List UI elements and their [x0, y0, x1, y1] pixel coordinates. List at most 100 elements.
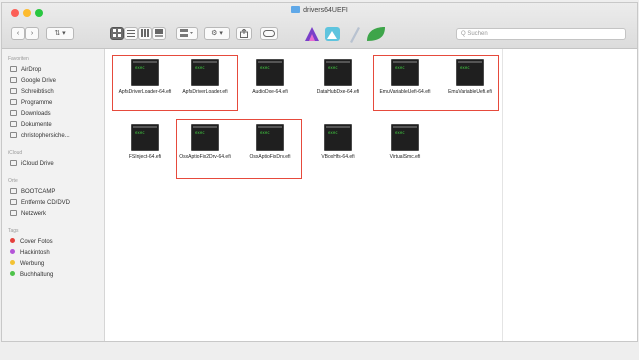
forward-button[interactable]: › [25, 27, 39, 40]
sidebar-item-label: Hackintosh [20, 250, 50, 256]
sidebar-section-header: iCloud [8, 150, 23, 156]
file-item[interactable]: exec DataHubDxe-64.efi [308, 59, 368, 96]
sidebar-item-label: Cover Fotos [20, 239, 53, 245]
affinity-icon[interactable] [305, 27, 319, 41]
sidebar-item[interactable]: Programme [10, 98, 52, 108]
finder-window: drivers64UEFI ‹ › ⇅ ▾ ⚙ ▾ Q Suchen Favor… [1, 2, 638, 342]
executable-file-icon: exec [131, 59, 159, 86]
toolbar-app-icons [305, 27, 385, 43]
pencil-icon[interactable] [350, 27, 360, 43]
sidebar-item-label: BOOTCAMP [21, 189, 56, 195]
file-name: ApfsDriverLoader.efi [182, 89, 228, 95]
icon-exec-label: exec [395, 130, 405, 135]
file-item[interactable]: exec VirtualSmc.efi [375, 124, 435, 161]
disk-icon [10, 188, 17, 194]
icon-exec-label: exec [135, 130, 145, 135]
sidebar-item[interactable]: Buchhaltung [10, 270, 53, 280]
executable-file-icon: exec [324, 59, 352, 86]
sidebar-item[interactable]: iCloud Drive [10, 159, 54, 169]
icon-header-bar [458, 61, 482, 63]
sidebar-item[interactable]: Werbung [10, 259, 44, 269]
sidebar-item[interactable]: Hackintosh [10, 248, 50, 258]
executable-file-icon: exec [391, 124, 419, 151]
folder-icon [10, 77, 17, 83]
airdrop-icon [10, 66, 17, 72]
back-button[interactable]: ‹ [11, 27, 25, 40]
tag-button[interactable] [260, 27, 278, 40]
column-view-button[interactable] [138, 27, 152, 40]
path-menu-button[interactable]: ⇅ ▾ [46, 27, 74, 40]
sidebar-item-label: Netzwerk [21, 211, 47, 217]
action-menu-button[interactable]: ⚙ ▾ [204, 27, 230, 40]
icon-header-bar [133, 61, 157, 63]
sidebar-section-header: Tags [8, 228, 19, 234]
gallery-view-button[interactable] [152, 27, 166, 40]
sidebar-item[interactable]: Entfernte CD/DVD [10, 198, 70, 208]
documents-icon [10, 121, 17, 127]
file-area: exec ApfsDriverLoader-64.efi exec ApfsDrive… [105, 49, 637, 341]
home-icon [10, 132, 17, 138]
file-item[interactable]: exec VBoxHfs-64.efi [308, 124, 368, 161]
file-item[interactable]: exec EmuVariableUefi-64.efi [375, 59, 435, 96]
tag-color-dot-icon [10, 271, 15, 276]
icon-header-bar [133, 126, 157, 128]
executable-file-icon: exec [456, 59, 484, 86]
file-item[interactable]: exec OsxAptioFixDrv.efi [240, 124, 300, 161]
sidebar-item-label: Entfernte CD/DVD [21, 200, 71, 206]
leaf-app-icon[interactable] [367, 27, 385, 41]
icon-exec-label: exec [328, 130, 338, 135]
executable-file-icon: exec [131, 124, 159, 151]
list-view-button[interactable] [124, 27, 138, 40]
tag-icon [263, 30, 275, 37]
sidebar-item[interactable]: Netzwerk [10, 209, 46, 219]
sidebar: Favoriten AirDrop Google Drive Schreibtisch… [2, 49, 105, 341]
search-field[interactable]: Q Suchen [456, 28, 626, 40]
cd-icon [10, 199, 17, 205]
icon-exec-label: exec [460, 65, 470, 70]
icon-exec-label: exec [260, 65, 270, 70]
file-item[interactable]: exec AudioDxe-64.efi [240, 59, 300, 96]
sidebar-item-label: christophersiche... [21, 133, 70, 139]
icon-exec-label: exec [135, 65, 145, 70]
apps-icon [10, 99, 17, 105]
executable-file-icon: exec [256, 124, 284, 151]
sidebar-item-label: AirDrop [21, 67, 42, 73]
file-item[interactable]: exec FSInject-64.efi [115, 124, 175, 161]
sidebar-item[interactable]: Downloads [10, 109, 51, 119]
group-menu-button[interactable] [176, 27, 198, 40]
file-item[interactable]: exec ApfsDriverLoader.efi [175, 59, 235, 96]
file-name: EmuVariableUefi.efi [448, 89, 492, 95]
share-button[interactable] [236, 27, 252, 40]
gallery-view-icon [155, 29, 163, 37]
column-divider [502, 49, 503, 341]
sidebar-item-label: Schreibtisch [21, 89, 54, 95]
file-name: OsxAptioFixDrv.efi [249, 154, 291, 160]
sidebar-item[interactable]: BOOTCAMP [10, 187, 55, 197]
icon-header-bar [326, 61, 350, 63]
icon-view-button[interactable] [110, 27, 124, 40]
file-item[interactable]: exec EmuVariableUefi.efi [440, 59, 500, 96]
group-icon [180, 29, 193, 37]
file-name: VirtualSmc.efi [389, 154, 421, 160]
icon-header-bar [258, 126, 282, 128]
executable-file-icon: exec [391, 59, 419, 86]
graphic-app-icon[interactable] [325, 27, 340, 41]
sidebar-item[interactable]: christophersiche... [10, 131, 70, 141]
icon-exec-label: exec [195, 65, 205, 70]
file-item[interactable]: exec ApfsDriverLoader-64.efi [115, 59, 175, 96]
icon-exec-label: exec [395, 65, 405, 70]
executable-file-icon: exec [191, 59, 219, 86]
sidebar-item[interactable]: AirDrop [10, 65, 41, 75]
column-view-icon [141, 29, 149, 37]
icon-exec-label: exec [260, 130, 270, 135]
sidebar-item[interactable]: Schreibtisch [10, 87, 54, 97]
sidebar-item[interactable]: Dokumente [10, 120, 52, 130]
sidebar-item[interactable]: Cover Fotos [10, 237, 53, 247]
sidebar-item[interactable]: Google Drive [10, 76, 56, 86]
file-item[interactable]: exec OsxAptioFix2Drv-64.efi [175, 124, 235, 161]
file-name: VBoxHfs-64.efi [321, 154, 355, 160]
title-bar: drivers64UEFI ‹ › ⇅ ▾ ⚙ ▾ Q Suchen [2, 3, 637, 49]
icon-header-bar [326, 126, 350, 128]
icon-header-bar [193, 126, 217, 128]
file-name: AudioDxe-64.efi [252, 89, 288, 95]
